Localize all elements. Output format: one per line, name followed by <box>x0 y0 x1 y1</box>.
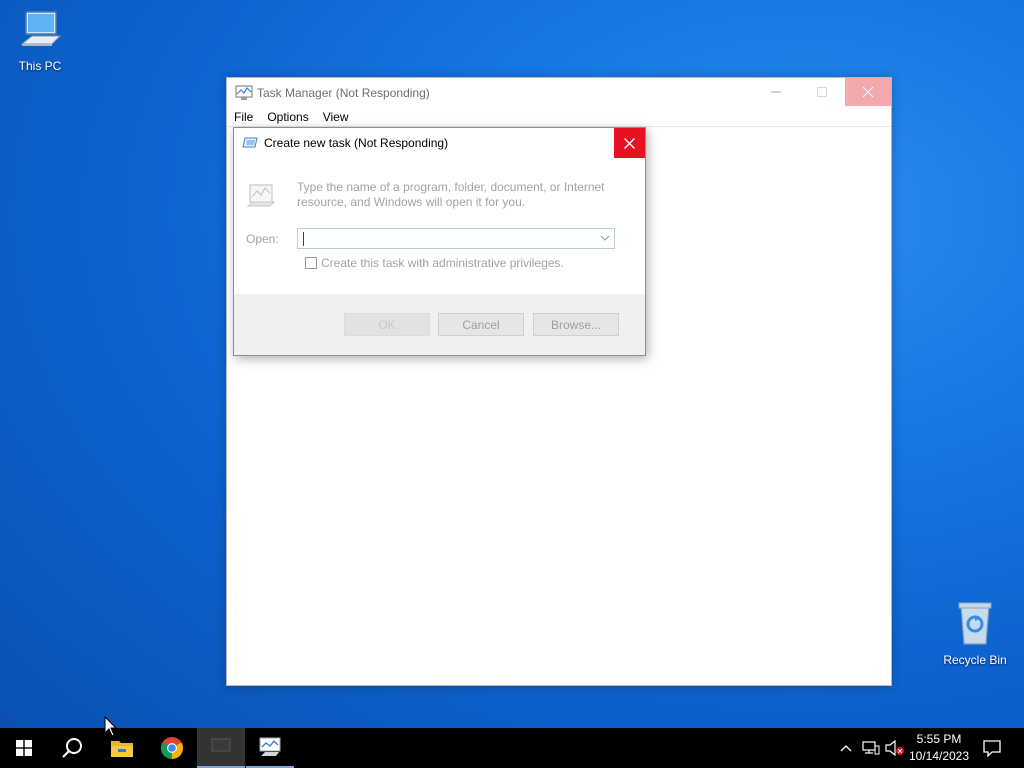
taskbar: 5:55 PM 10/14/2023 <box>0 728 1024 768</box>
close-icon <box>863 87 873 97</box>
text-caret <box>303 232 304 246</box>
desktop-icon-recycle-bin[interactable]: Recycle Bin <box>937 600 1013 667</box>
admin-privileges-checkbox[interactable] <box>305 257 317 269</box>
maximize-button[interactable] <box>799 78 845 106</box>
menu-file[interactable]: File <box>227 110 260 124</box>
minimize-icon <box>771 91 781 93</box>
show-hidden-icons-button[interactable] <box>836 728 856 768</box>
network-button[interactable] <box>860 728 882 768</box>
dialog-description: Type the name of a program, folder, docu… <box>297 180 605 209</box>
dialog-title: Create new task (Not Responding) <box>264 136 449 150</box>
file-explorer-icon <box>111 741 133 757</box>
task-manager-title: Task Manager (Not Responding) <box>257 86 430 100</box>
search-button[interactable] <box>48 728 96 768</box>
chevron-down-icon[interactable] <box>600 233 610 243</box>
browse-button[interactable]: Browse... <box>533 313 619 336</box>
start-icon <box>16 740 32 756</box>
dialog-body: Type the name of a program, folder, docu… <box>234 158 645 294</box>
network-icon <box>862 741 880 755</box>
menu-bar: File Options View <box>227 108 891 127</box>
chrome-icon <box>161 737 183 759</box>
admin-privileges-row[interactable]: Create this task with administrative pri… <box>305 256 564 270</box>
menu-options[interactable]: Options <box>260 110 315 124</box>
task-manager-icon <box>259 737 281 756</box>
clock-date: 10/14/2023 <box>908 749 970 763</box>
create-new-task-dialog[interactable]: Create new task (Not Responding) Type th… <box>233 127 646 356</box>
task-manager-icon <box>235 85 253 100</box>
task-manager-icon <box>211 738 231 752</box>
desktop-icon-this-pc[interactable]: This PC <box>2 8 78 73</box>
cancel-button[interactable]: Cancel <box>438 313 524 336</box>
taskbar-task-manager-button[interactable] <box>197 728 245 768</box>
desktop-icon-label: Recycle Bin <box>943 653 1007 667</box>
menu-view[interactable]: View <box>316 110 356 124</box>
run-icon <box>242 137 258 148</box>
ok-button[interactable]: OK <box>344 313 430 336</box>
system-clock[interactable]: 5:55 PM 10/14/2023 <box>904 731 974 765</box>
mouse-cursor-icon <box>104 716 118 737</box>
close-icon <box>624 137 635 149</box>
recycle-bin-icon <box>958 602 992 645</box>
volume-muted-icon <box>885 740 904 756</box>
open-input[interactable] <box>302 231 592 246</box>
chevron-up-icon <box>840 745 852 752</box>
open-combobox[interactable] <box>297 228 615 249</box>
open-label: Open: <box>246 232 279 246</box>
maximize-icon <box>817 87 827 97</box>
action-center-button[interactable] <box>978 728 1006 768</box>
minimize-button[interactable] <box>753 78 799 106</box>
volume-button[interactable] <box>884 728 906 768</box>
search-icon <box>62 738 82 758</box>
dialog-close-button[interactable] <box>614 128 645 158</box>
program-icon <box>246 184 276 207</box>
close-button[interactable] <box>845 78 891 106</box>
notification-icon <box>983 740 1001 757</box>
this-pc-icon <box>20 11 62 46</box>
start-button[interactable] <box>0 728 48 768</box>
admin-privileges-label: Create this task with administrative pri… <box>321 256 564 270</box>
task-manager-titlebar[interactable]: Task Manager (Not Responding) <box>227 78 891 108</box>
taskbar-task-manager-button[interactable] <box>246 728 294 768</box>
clock-time: 5:55 PM <box>916 732 962 746</box>
dialog-titlebar[interactable]: Create new task (Not Responding) <box>234 128 645 158</box>
chrome-button[interactable] <box>148 728 196 768</box>
desktop-icon-label: This PC <box>18 59 62 73</box>
